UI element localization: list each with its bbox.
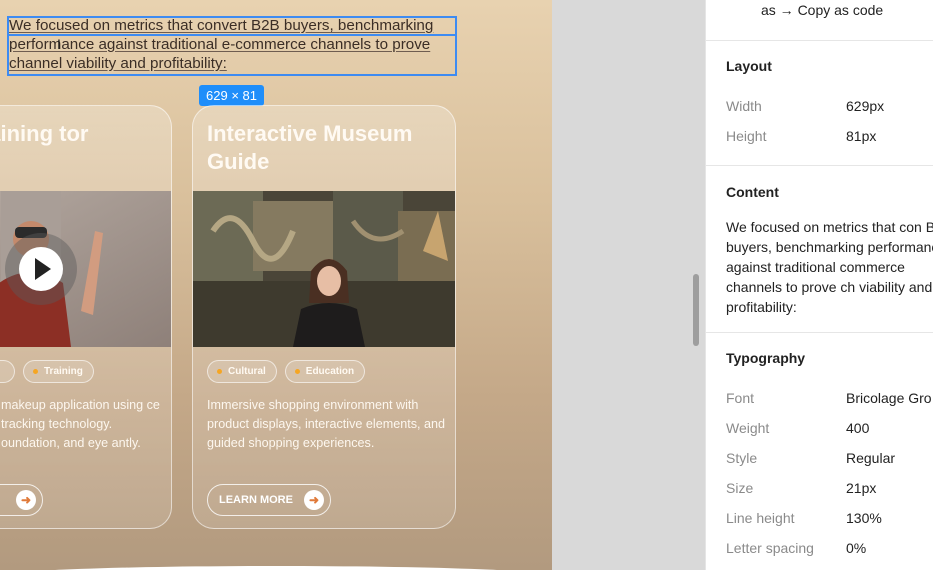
card-description: Immersive shopping environment with prod… — [207, 398, 446, 450]
width-label: Width — [726, 98, 762, 114]
card-image-museum — [193, 191, 455, 347]
text-cursor-icon: I — [57, 36, 61, 52]
card-description: makeup application using ce tracking tec… — [1, 398, 160, 450]
inspector-panel: as → Copy as code Layout Width 629px Hei… — [705, 0, 933, 570]
height-value[interactable]: 81px — [846, 128, 876, 144]
card-title: al Training tor — [0, 121, 89, 146]
canvas-gutter — [552, 0, 705, 570]
tag-education: Education — [284, 360, 366, 383]
card-tags: Cultural Education — [207, 360, 366, 383]
tag-dot-icon — [217, 369, 222, 374]
learn-more-button[interactable]: E ➜ — [0, 484, 43, 516]
tag-dot-icon — [33, 369, 38, 374]
tag-dot-icon — [294, 369, 300, 374]
weight-value[interactable]: 400 — [846, 420, 869, 436]
layout-section-title: Layout — [726, 58, 772, 74]
size-value[interactable]: 21px — [846, 480, 876, 496]
letter-spacing-value[interactable]: 0% — [846, 540, 866, 556]
divider — [706, 332, 933, 333]
card-image-vr — [0, 191, 171, 347]
height-label: Height — [726, 128, 767, 144]
learn-more-button[interactable]: LEARN MORE ➜ — [207, 484, 331, 516]
letter-spacing-label: Letter spacing — [726, 540, 814, 556]
content-section-title: Content — [726, 184, 779, 200]
font-label: Font — [726, 390, 755, 406]
scrollbar-thumb[interactable] — [693, 274, 699, 346]
size-label: Size — [726, 480, 754, 496]
tag-cultural: Cultural — [207, 360, 277, 383]
card-title: Interactive Museum Guide — [207, 121, 413, 174]
card-tags: Training — [0, 360, 94, 383]
divider — [706, 165, 933, 166]
arrow-right-icon: ➜ — [304, 490, 324, 510]
width-value[interactable]: 629px — [846, 98, 884, 114]
font-value[interactable]: Bricolage Gro — [846, 390, 932, 406]
arrow-right-icon: ➜ — [16, 490, 36, 510]
project-card-training[interactable]: al Training tor — [0, 105, 172, 529]
divider — [706, 40, 933, 41]
style-label: Style — [726, 450, 758, 466]
style-value[interactable]: Regular — [846, 450, 895, 466]
line-height-label: Line height — [726, 510, 795, 526]
content-text[interactable]: We focused on metrics that con B2B buyer… — [726, 217, 933, 317]
tag-partial — [0, 360, 15, 383]
hover-line-indicator — [7, 34, 457, 36]
line-height-value[interactable]: 130% — [846, 510, 882, 526]
selection-outline — [7, 16, 457, 76]
typography-section-title: Typography — [726, 350, 806, 366]
dimension-badge: 629 × 81 — [199, 85, 264, 106]
tag-training: Training — [23, 360, 94, 383]
weight-label: Weight — [726, 420, 770, 436]
bottom-section-edge — [0, 566, 552, 570]
design-canvas[interactable]: We focused on metrics that convert B2B b… — [0, 0, 552, 570]
copy-as-code-link[interactable]: as → Copy as code — [761, 2, 883, 18]
project-card-museum[interactable]: Interactive Museum Guide Cultural Educat… — [192, 105, 456, 529]
